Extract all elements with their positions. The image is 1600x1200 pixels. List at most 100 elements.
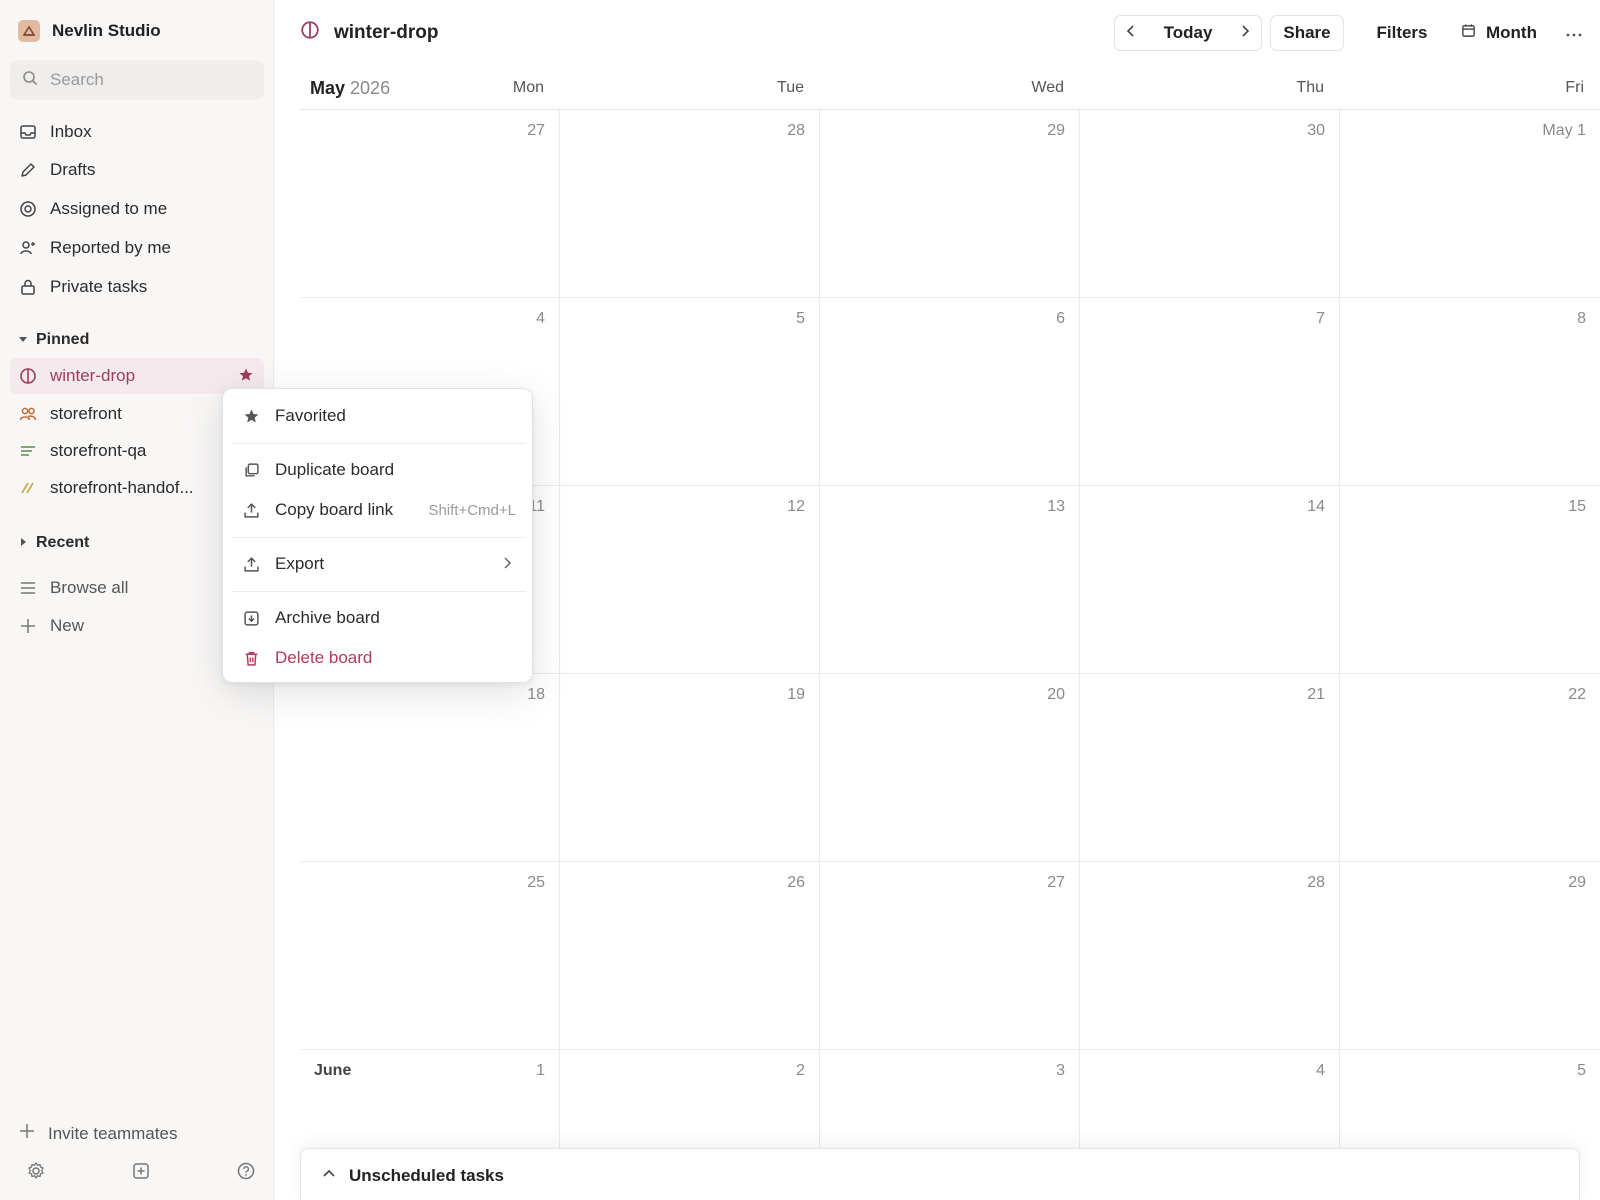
board-circle-icon (18, 366, 38, 386)
calendar-day-cell[interactable]: 19 (560, 674, 820, 862)
calendar-day-cell[interactable]: 13 (820, 486, 1080, 674)
recent-section-toggle[interactable]: Recent (18, 534, 89, 552)
calendar-day-cell[interactable]: 7 (1080, 298, 1340, 486)
calendar-day-cell[interactable]: 6 (820, 298, 1080, 486)
calendar-day-cell[interactable]: May 1 (1340, 110, 1600, 298)
nav-assigned-to-me[interactable]: Assigned to me (10, 191, 264, 227)
calendar-day-cell[interactable]: 20 (820, 674, 1080, 862)
day-number: 8 (1577, 310, 1586, 327)
calendar-day-cell[interactable]: 26 (560, 862, 820, 1050)
calendar-day-cell[interactable]: 28 (1080, 862, 1340, 1050)
invite-teammates-button[interactable]: Invite teammates (18, 1122, 177, 1145)
day-number: 26 (787, 874, 805, 891)
calendar-icon (1461, 23, 1476, 43)
chevron-right-icon[interactable] (1237, 23, 1253, 44)
star-icon[interactable] (238, 367, 254, 388)
gear-icon[interactable] (26, 1161, 46, 1186)
day-number: 27 (1047, 874, 1065, 891)
star-icon (241, 406, 261, 426)
date-navigator: Today (1114, 15, 1262, 51)
menu-item-copy-board-link[interactable]: Copy board link Shift+Cmd+L (231, 491, 526, 529)
slashes-icon (18, 478, 38, 498)
menu-item-delete-board[interactable]: Delete board (231, 639, 526, 677)
filters-button[interactable]: Filters (1362, 15, 1442, 51)
target-icon (18, 199, 38, 219)
day-number: 20 (1047, 686, 1065, 703)
menu-divider (231, 591, 526, 592)
calendar-day-cell[interactable]: 14 (1080, 486, 1340, 674)
calendar-day-cell[interactable]: 28 (560, 110, 820, 298)
menu-item-label: Delete board (275, 648, 373, 667)
keyboard-shortcut: Shift+Cmd+L (428, 501, 516, 519)
calendar-day-cell[interactable]: 15 (1340, 486, 1600, 674)
calendar-day-cell[interactable]: 21 (1080, 674, 1340, 862)
archive-icon (241, 608, 261, 628)
unscheduled-label: Unscheduled tasks (349, 1166, 504, 1185)
nav-drafts-label: Drafts (50, 160, 96, 179)
menu-item-export[interactable]: Export (231, 545, 526, 583)
share-button[interactable]: Share (1270, 15, 1344, 51)
menu-item-label: Copy board link (275, 500, 394, 519)
help-icon[interactable] (236, 1161, 256, 1186)
caret-down-icon (18, 331, 28, 349)
day-of-week-label: Fri (1565, 79, 1584, 96)
day-number: 12 (787, 498, 805, 515)
menu-item-label: Favorited (275, 406, 346, 425)
search-box[interactable] (10, 60, 264, 100)
today-button[interactable]: Today (1164, 23, 1213, 43)
nav-reported-by-me[interactable]: Reported by me (10, 230, 264, 266)
day-number: 15 (1568, 498, 1586, 515)
calendar-day-cell[interactable]: 22 (1340, 674, 1600, 862)
calendar-day-cell[interactable]: 18 (300, 674, 560, 862)
user-plus-icon (18, 238, 38, 258)
view-switcher-button[interactable]: Month (1444, 15, 1554, 51)
month-name: May (310, 78, 346, 98)
day-number: 28 (1307, 874, 1325, 891)
more-options-button[interactable] (1556, 15, 1592, 51)
board-title-text: winter-drop (334, 22, 439, 43)
add-square-icon[interactable] (131, 1161, 151, 1186)
calendar-day-cell[interactable]: 8 (1340, 298, 1600, 486)
nav-inbox-label: Inbox (50, 122, 92, 141)
pinned-section-toggle[interactable]: Pinned (18, 331, 89, 349)
nav-new-label: New (50, 616, 85, 635)
menu-item-archive-board[interactable]: Archive board (231, 599, 526, 637)
chevron-up-icon (321, 1166, 337, 1187)
calendar-day-cell[interactable]: 5 (560, 298, 820, 486)
workspace-switcher[interactable]: Nevlin Studio (18, 20, 161, 42)
nav-private-tasks[interactable]: Private tasks (10, 269, 264, 305)
day-of-week-label: Thu (1296, 79, 1324, 96)
recent-heading: Recent (36, 534, 90, 551)
duplicate-icon (241, 460, 261, 480)
pinned-heading: Pinned (36, 331, 90, 348)
calendar-day-cell[interactable]: 27 (300, 110, 560, 298)
calendar-day-cell[interactable]: 27 (820, 862, 1080, 1050)
pinned-item-label: winter-drop (50, 366, 136, 385)
workspace-logo-icon (18, 20, 40, 42)
search-icon (22, 70, 38, 91)
board-title: winter-drop (300, 20, 439, 46)
search-input[interactable] (50, 70, 250, 90)
day-number: 2 (796, 1062, 805, 1079)
calendar-day-cell[interactable]: 29 (1340, 862, 1600, 1050)
day-number: 28 (787, 122, 805, 139)
nav-drafts[interactable]: Drafts (10, 152, 264, 188)
nav-reported-label: Reported by me (50, 238, 171, 257)
pinned-item-label: storefront-qa (50, 441, 147, 460)
menu-item-label: Archive board (275, 608, 380, 627)
unscheduled-tasks-panel[interactable]: Unscheduled tasks (300, 1148, 1580, 1200)
caret-right-icon (18, 534, 28, 552)
day-number: 30 (1307, 122, 1325, 139)
calendar-day-cell[interactable]: 25 (300, 862, 560, 1050)
day-number: 22 (1568, 686, 1586, 703)
pencil-icon (18, 160, 38, 180)
calendar-day-cell[interactable]: 29 (820, 110, 1080, 298)
workspace-name: Nevlin Studio (52, 21, 161, 40)
calendar-day-cell[interactable]: 12 (560, 486, 820, 674)
calendar-day-cell[interactable]: 30 (1080, 110, 1340, 298)
nav-inbox[interactable]: Inbox (10, 114, 264, 150)
chevron-left-icon[interactable] (1123, 23, 1139, 44)
menu-item-duplicate-board[interactable]: Duplicate board (231, 451, 526, 489)
day-number: 25 (527, 874, 545, 891)
menu-item-favorited[interactable]: Favorited (231, 397, 526, 435)
